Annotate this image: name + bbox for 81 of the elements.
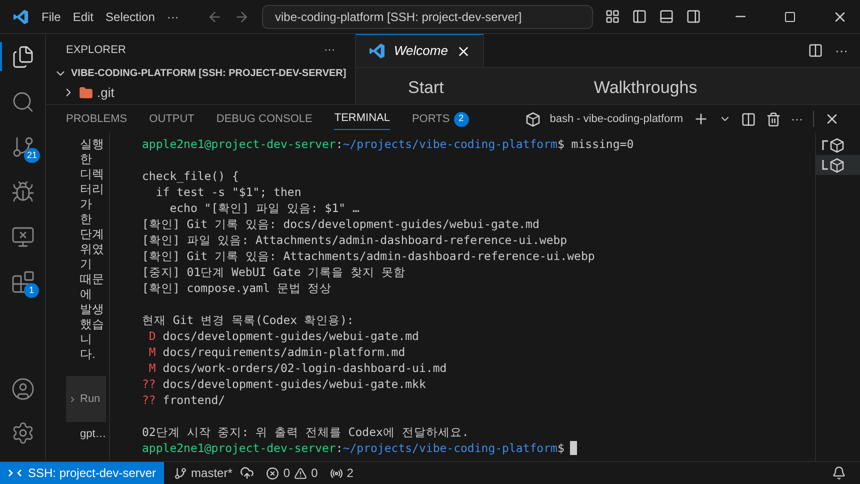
terminal-line: [확인] compose.yaml 문법 정상 bbox=[142, 280, 332, 296]
run-item[interactable]: Run bbox=[66, 376, 106, 422]
terminal-icon bbox=[830, 158, 844, 172]
ports-icon bbox=[330, 466, 343, 480]
panel-tab[interactable]: DEBUG CONSOLE bbox=[216, 108, 312, 130]
terminal-line: D docs/development-guides/webui-gate.md bbox=[148, 328, 419, 344]
sidebar-toggle-icon[interactable] bbox=[632, 9, 647, 24]
workspace-root[interactable]: VIBE-CODING-PLATFORM [SSH: PROJECT-DEV-SERVER] bbox=[71, 66, 346, 81]
more-actions-button[interactable]: ··· bbox=[791, 110, 803, 128]
terminal-prompt: apple2ne1@project-dev-server:~/projects/vibe-coding-platform$ missing=0 bbox=[142, 136, 634, 152]
count-badge: 1 bbox=[24, 283, 39, 298]
terminal-icon bbox=[526, 112, 540, 126]
terminal-line: [확인] 파일 있음: Attachments/admin-dashboard-reference-ui.webp bbox=[142, 232, 568, 248]
more-actions-button[interactable]: ··· bbox=[835, 40, 848, 60]
secondary-sidebar-icon[interactable] bbox=[686, 9, 701, 24]
model-label: gpt… bbox=[79, 427, 108, 442]
terminal-line: [확인] Git 기록 있음: docs/development-guides/webui-gate.md bbox=[142, 216, 540, 232]
split-terminal-icon[interactable] bbox=[741, 112, 756, 126]
tree-line-icon bbox=[822, 160, 828, 170]
chat-message: 실행한 디렉터리가 한 단계 위였기 때문에 발생했습니다. bbox=[79, 137, 105, 362]
remote-icon bbox=[8, 467, 22, 479]
extensions-icon[interactable] bbox=[10, 270, 34, 294]
branch-item[interactable]: master* bbox=[174, 464, 232, 482]
editor-tab[interactable]: Welcome bbox=[356, 34, 484, 67]
count-badge: 21 bbox=[24, 148, 40, 163]
menu-item[interactable]: Edit bbox=[72, 8, 94, 26]
search-icon[interactable] bbox=[10, 90, 34, 114]
terminal-line: M docs/work-orders/02-login-dashboard-ui.md bbox=[148, 360, 447, 376]
account-icon[interactable] bbox=[10, 377, 34, 401]
error-icon bbox=[266, 466, 280, 480]
terminal-list-item[interactable] bbox=[816, 155, 860, 175]
remote-indicator[interactable]: SSH: project-dev-server bbox=[0, 462, 164, 484]
terminal-line: check_file() { bbox=[142, 168, 239, 184]
panel-tab[interactable]: PROBLEMS bbox=[66, 108, 128, 130]
panel-tab[interactable]: TERMINAL bbox=[334, 108, 390, 130]
terminal-line: 현재 Git 변경 목록(Codex 확인용): bbox=[142, 312, 354, 328]
section-heading: Start bbox=[408, 78, 444, 98]
new-terminal-icon[interactable] bbox=[693, 111, 709, 127]
terminal-name[interactable]: bash - vibe-coding-platform bbox=[550, 110, 683, 128]
problems-item[interactable]: 0 0 bbox=[266, 464, 318, 482]
vscode-logo-icon bbox=[12, 8, 30, 26]
terminal-line: [확인] Git 기록 있음: Attachments/admin-dashboard-reference-ui.webp bbox=[142, 248, 595, 264]
panel-tab[interactable]: OUTPUT bbox=[149, 108, 194, 130]
remote-icon[interactable] bbox=[10, 224, 34, 248]
settings-icon[interactable] bbox=[10, 421, 34, 445]
menu-item[interactable]: ··· bbox=[166, 8, 179, 26]
vscode-logo-icon bbox=[368, 42, 386, 60]
terminal-line: [중지] 01단계 WebUI Gate 기록을 찾지 못함 bbox=[142, 264, 406, 280]
trash-icon[interactable] bbox=[766, 112, 781, 126]
maximize-icon[interactable] bbox=[784, 10, 796, 22]
terminal-line: 02단계 시작 중지: 위 출력 전체를 Codex에 전달하세요. bbox=[142, 424, 469, 440]
ports-item[interactable]: 2 bbox=[330, 464, 354, 482]
terminal-line: ?? docs/development-guides/webui-gate.mkk bbox=[142, 376, 426, 392]
command-center-field[interactable]: vibe-coding-platform [SSH: project-dev-server] bbox=[262, 4, 593, 28]
files-icon[interactable] bbox=[10, 44, 34, 68]
explorer-title: EXPLORER bbox=[66, 42, 126, 58]
terminal-icon bbox=[830, 138, 844, 152]
menu-item[interactable]: File bbox=[41, 8, 61, 26]
terminal-line: if test -s "$1"; then bbox=[154, 184, 302, 200]
source-control-icon[interactable] bbox=[10, 134, 34, 158]
menu-item[interactable]: Selection bbox=[106, 8, 155, 26]
split-editor-icon[interactable] bbox=[808, 43, 823, 58]
terminal-prompt: apple2ne1@project-dev-server:~/projects/vibe-coding-platform$ bbox=[142, 440, 564, 456]
notifications-icon[interactable] bbox=[832, 466, 846, 480]
warning-icon bbox=[294, 466, 308, 480]
branch-icon bbox=[174, 466, 188, 480]
folder-icon bbox=[79, 86, 93, 100]
terminal-line: M docs/requirements/admin-platform.md bbox=[148, 344, 406, 360]
chevron-right-icon bbox=[68, 394, 77, 404]
sync-icon[interactable] bbox=[240, 466, 254, 480]
panel-toggle-icon[interactable] bbox=[659, 9, 674, 24]
more-actions-button[interactable]: ··· bbox=[324, 42, 335, 58]
terminal-line: ?? frontend/ bbox=[142, 392, 226, 408]
layout-icon[interactable] bbox=[605, 9, 620, 24]
tree-line-icon bbox=[822, 140, 828, 150]
count-badge: 2 bbox=[454, 112, 469, 126]
terminal-line: echo "[확인] 파일 있음: $1" … bbox=[168, 200, 360, 216]
panel-tab[interactable]: PORTS 2 bbox=[412, 108, 469, 130]
section-heading: Walkthroughs bbox=[594, 78, 698, 98]
tree-item[interactable]: .git bbox=[97, 83, 114, 102]
debug-icon[interactable] bbox=[10, 180, 34, 204]
